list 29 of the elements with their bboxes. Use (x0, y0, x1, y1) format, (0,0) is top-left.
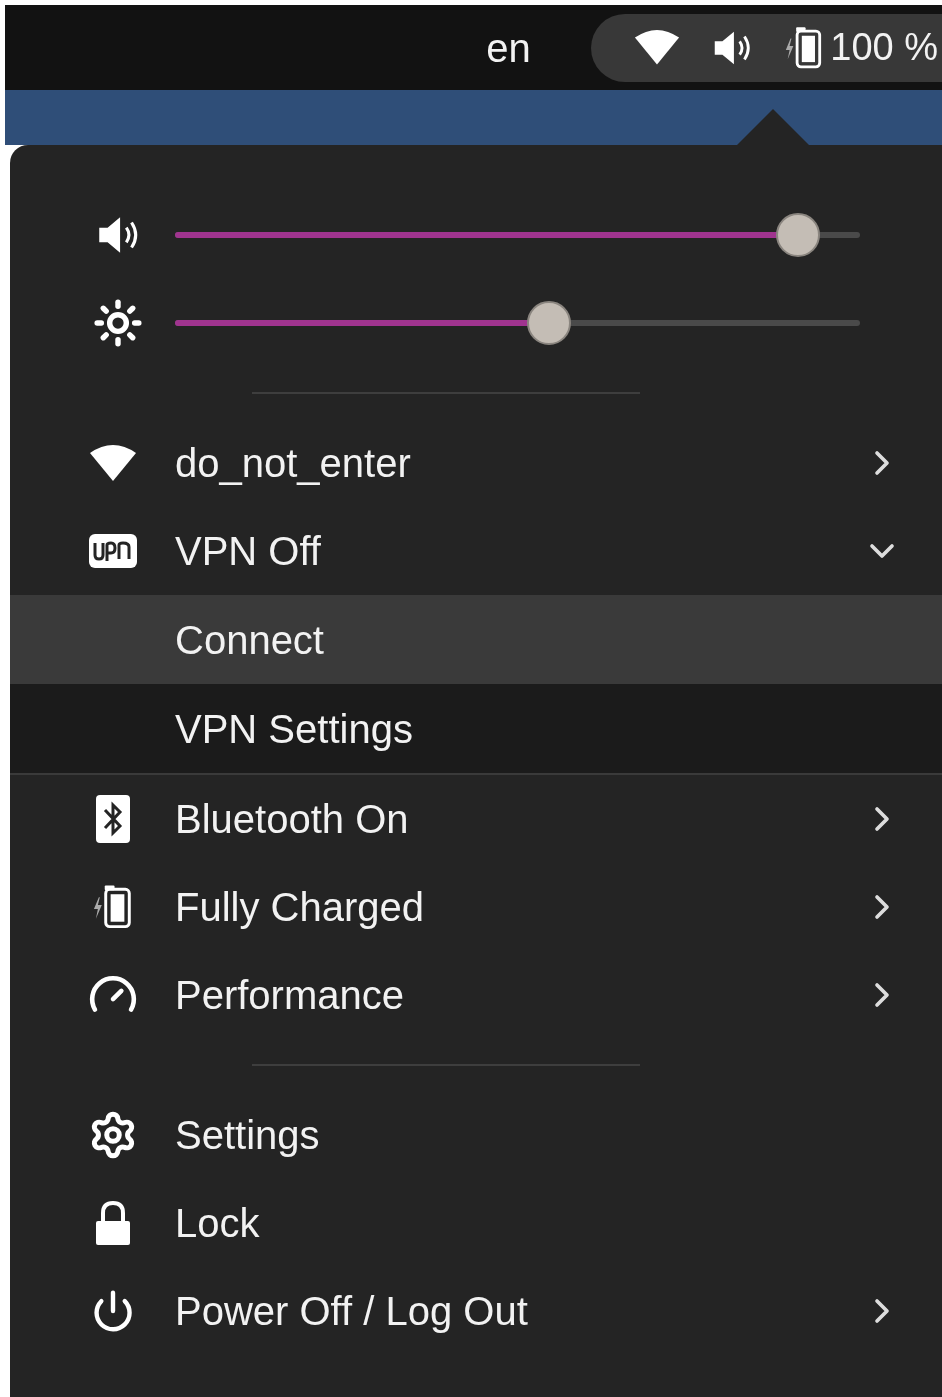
menu-item-label: do_not_enter (175, 440, 412, 487)
wifi-icon (87, 443, 138, 483)
language-indicator[interactable]: en (486, 17, 531, 78)
menu-item-label: Fully Charged (175, 884, 425, 931)
menu-item[interactable]: Bluetooth On (10, 775, 942, 863)
menu-item[interactable]: Fully Charged (10, 863, 942, 951)
brightness-slider[interactable] (175, 301, 860, 345)
volume-slider[interactable] (175, 213, 860, 257)
slider-thumb[interactable] (776, 213, 821, 257)
menu-item[interactable]: Lock (10, 1179, 942, 1267)
slider-thumb[interactable] (527, 301, 571, 345)
vpn-icon (87, 533, 138, 569)
bluetooth-icon (94, 794, 131, 844)
menu-item-label: VPN Off (175, 528, 322, 575)
menu-item-label: Power Off / Log Out (175, 1288, 529, 1335)
submenu-item[interactable]: Connect (10, 595, 942, 684)
menu-item[interactable]: do_not_enter (10, 419, 942, 507)
menu-item[interactable]: Power Off / Log Out (10, 1267, 942, 1355)
battery-percentage: 100 % (830, 25, 938, 70)
brightness-icon (92, 298, 143, 348)
menu-item-label: Lock (175, 1200, 261, 1247)
menu-item-label: Bluetooth On (175, 796, 410, 843)
menu-item[interactable]: Settings (10, 1091, 942, 1179)
menu-item-label: Performance (175, 972, 405, 1019)
wifi-icon (632, 28, 681, 67)
menu-item[interactable]: Performance (10, 951, 942, 1039)
menu-item[interactable]: VPN Off (10, 507, 942, 595)
system-status-button[interactable]: 100 % (590, 13, 942, 82)
menu-item-label: Settings (175, 1112, 321, 1159)
